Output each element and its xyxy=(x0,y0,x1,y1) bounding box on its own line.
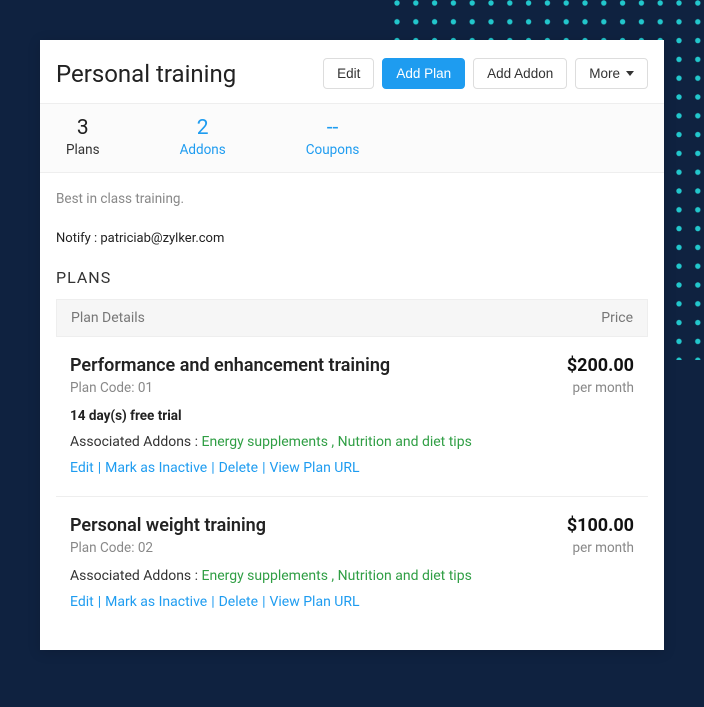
plan-name[interactable]: Performance and enhancement training xyxy=(70,355,390,376)
plan-price: $200.00 xyxy=(567,355,634,376)
plan-edit-link[interactable]: Edit xyxy=(70,594,94,610)
stat-coupons-value: -- xyxy=(327,116,339,140)
plan-actions: Edit|Mark as Inactive|Delete|View Plan U… xyxy=(70,594,634,610)
plan-mark-inactive-link[interactable]: Mark as Inactive xyxy=(105,460,207,476)
associated-addons-line: Associated Addons : Energy supplements ,… xyxy=(70,434,634,450)
plan-period: per month xyxy=(572,380,634,396)
col-plan-details: Plan Details xyxy=(71,310,145,326)
associated-addons-line: Associated Addons : Energy supplements ,… xyxy=(70,568,634,584)
more-menu-button[interactable]: More xyxy=(575,58,648,89)
addon-link[interactable]: Nutrition and diet tips xyxy=(338,434,472,450)
stat-plans-value: 3 xyxy=(77,116,89,140)
plan-code: Plan Code: 02 xyxy=(70,540,153,556)
product-detail-card: Personal training Edit Add Plan Add Addo… xyxy=(40,40,664,650)
plan-view-url-link[interactable]: View Plan URL xyxy=(269,594,359,610)
chevron-down-icon xyxy=(626,71,634,76)
notify-label: Notify : xyxy=(56,231,100,246)
card-header: Personal training Edit Add Plan Add Addo… xyxy=(40,40,664,103)
product-description: Best in class training. xyxy=(56,191,648,207)
plans-table-header: Plan Details Price xyxy=(56,299,648,337)
plan-row: Performance and enhancement training $200… xyxy=(56,337,648,497)
stats-bar: 3 Plans 2 Addons -- Coupons xyxy=(40,103,664,173)
plans-section-title: PLANS xyxy=(56,268,648,287)
notify-email: patriciab@zylker.com xyxy=(100,231,224,246)
edit-button[interactable]: Edit xyxy=(323,58,374,89)
add-addon-button[interactable]: Add Addon xyxy=(473,58,567,89)
stat-addons-label: Addons xyxy=(180,142,226,158)
addon-link[interactable]: Energy supplements xyxy=(202,434,328,450)
notify-line: Notify : patriciab@zylker.com xyxy=(56,231,648,246)
stat-plans[interactable]: 3 Plans xyxy=(66,116,100,158)
plan-period: per month xyxy=(572,540,634,556)
plan-actions: Edit|Mark as Inactive|Delete|View Plan U… xyxy=(70,460,634,476)
stat-coupons-label: Coupons xyxy=(306,142,360,158)
stat-addons[interactable]: 2 Addons xyxy=(180,116,226,158)
plan-code: Plan Code: 01 xyxy=(70,380,153,396)
stat-coupons[interactable]: -- Coupons xyxy=(306,116,360,158)
plan-name[interactable]: Personal weight training xyxy=(70,515,266,536)
plan-price: $100.00 xyxy=(567,515,634,536)
add-plan-button[interactable]: Add Plan xyxy=(382,58,465,89)
plan-view-url-link[interactable]: View Plan URL xyxy=(269,460,359,476)
page-title: Personal training xyxy=(56,60,236,88)
plan-delete-link[interactable]: Delete xyxy=(219,460,258,476)
more-label: More xyxy=(589,66,620,81)
plan-mark-inactive-link[interactable]: Mark as Inactive xyxy=(105,594,207,610)
plan-trial: 14 day(s) free trial xyxy=(70,408,634,424)
addon-link[interactable]: Energy supplements xyxy=(202,568,328,584)
plan-edit-link[interactable]: Edit xyxy=(70,460,94,476)
plan-row: Personal weight training $100.00 Plan Code… xyxy=(56,497,648,630)
addon-link[interactable]: Nutrition and diet tips xyxy=(338,568,472,584)
header-actions: Edit Add Plan Add Addon More xyxy=(323,58,648,89)
plans-list: Performance and enhancement training $200… xyxy=(56,337,648,630)
associated-addons-label: Associated Addons : xyxy=(70,568,202,584)
plan-delete-link[interactable]: Delete xyxy=(219,594,258,610)
stat-addons-value: 2 xyxy=(197,116,209,140)
associated-addons-label: Associated Addons : xyxy=(70,434,202,450)
col-price: Price xyxy=(601,310,633,326)
stat-plans-label: Plans xyxy=(66,142,100,158)
card-body: Best in class training. Notify : patrici… xyxy=(40,173,664,650)
